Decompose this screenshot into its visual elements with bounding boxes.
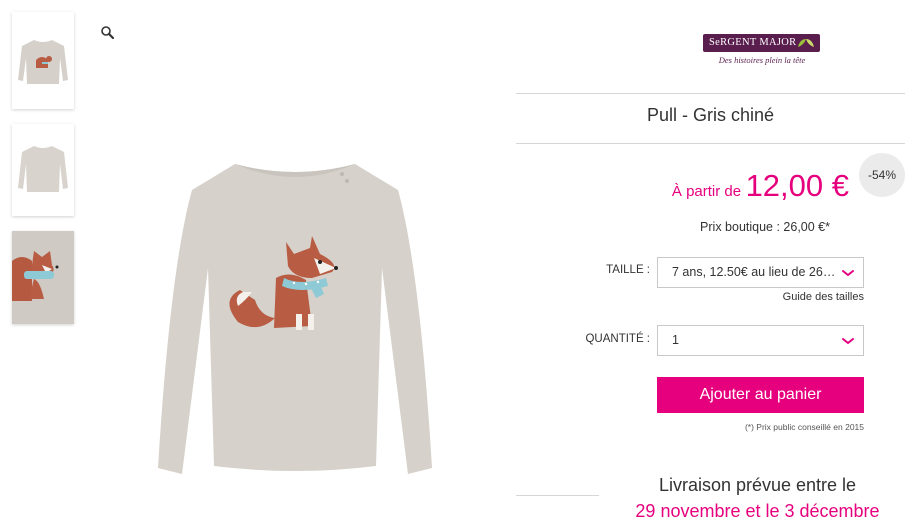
main-product-image xyxy=(158,164,432,474)
magnifier-icon[interactable] xyxy=(100,25,116,41)
price-line: À partir de 12,00 € xyxy=(516,168,849,204)
delivery-line-1: Livraison prévue entre le xyxy=(658,475,857,495)
brand-logo[interactable]: SeRGENT MAJOR Des histoires plein la têt… xyxy=(700,32,824,72)
add-to-cart-button[interactable]: Ajouter au panier xyxy=(657,377,864,413)
quantity-select-value: 1 xyxy=(672,333,679,347)
size-select[interactable]: 7 ans, 12.50€ au lieu de 26.00€ xyxy=(657,257,864,288)
delivery-dates: 29 novembre et le 3 décembre xyxy=(635,501,880,521)
fox-detail-thumbnail-image xyxy=(12,231,74,324)
thumbnail-back[interactable] xyxy=(12,124,74,216)
price-prefix: À partir de xyxy=(671,183,742,200)
quantity-select[interactable]: 1 xyxy=(657,325,864,356)
product-title: Pull - Gris chiné xyxy=(646,105,775,125)
sweater-front-thumbnail-image xyxy=(12,12,74,109)
thumbnail-front[interactable] xyxy=(12,12,74,109)
delivery-info: Livraison prévue entre le 29 novembre et… xyxy=(600,472,905,524)
brand-logo-box: SeRGENT MAJOR xyxy=(703,34,820,52)
divider-delivery xyxy=(516,495,599,496)
divider-top xyxy=(516,93,905,94)
chevron-down-icon xyxy=(842,338,854,344)
boutique-price: Prix boutique : 26,00 €* xyxy=(700,220,830,234)
sweater-back-thumbnail-image xyxy=(12,124,74,216)
leaf-icon xyxy=(798,39,814,47)
brand-name: SeRGENT MAJOR xyxy=(709,37,797,48)
size-label: TAILLE : xyxy=(606,264,650,276)
brand-tagline: Des histoires plein la tête xyxy=(718,55,806,65)
chevron-down-icon xyxy=(842,270,854,276)
size-select-value: 7 ans, 12.50€ au lieu de 26.00€ xyxy=(672,265,837,279)
size-guide-link[interactable]: Guide des tailles xyxy=(657,291,864,303)
quantity-label: QUANTITÉ : xyxy=(585,333,650,345)
thumbnail-detail[interactable] xyxy=(12,231,74,324)
price-value: 12,00 € xyxy=(745,168,849,203)
price-footnote: (*) Prix public conseillé en 2015 xyxy=(744,422,864,432)
discount-badge: -54% xyxy=(859,153,905,197)
divider-below-title xyxy=(516,143,905,144)
